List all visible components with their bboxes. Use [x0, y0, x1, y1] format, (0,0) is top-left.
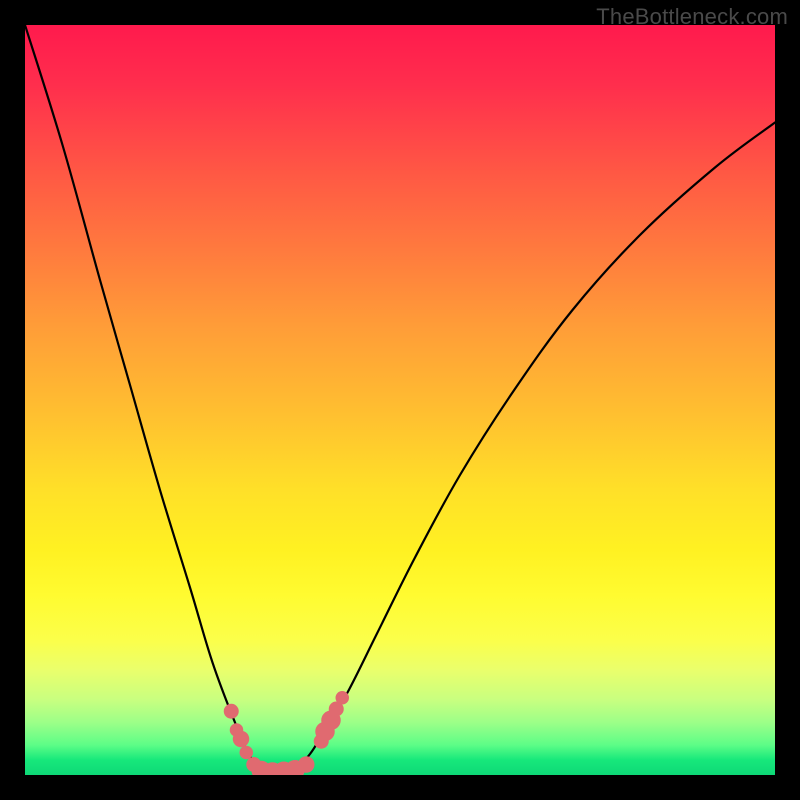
trough-dot	[233, 731, 250, 748]
trough-dots	[224, 691, 349, 775]
outer-frame: TheBottleneck.com	[0, 0, 800, 800]
plot-area	[25, 25, 775, 775]
watermark-text: TheBottleneck.com	[596, 4, 788, 30]
bottleneck-curve	[25, 25, 775, 773]
trough-dot	[336, 691, 350, 705]
chart-svg	[25, 25, 775, 775]
trough-dot	[240, 746, 254, 760]
trough-dot	[224, 704, 239, 719]
trough-dot	[298, 756, 315, 773]
